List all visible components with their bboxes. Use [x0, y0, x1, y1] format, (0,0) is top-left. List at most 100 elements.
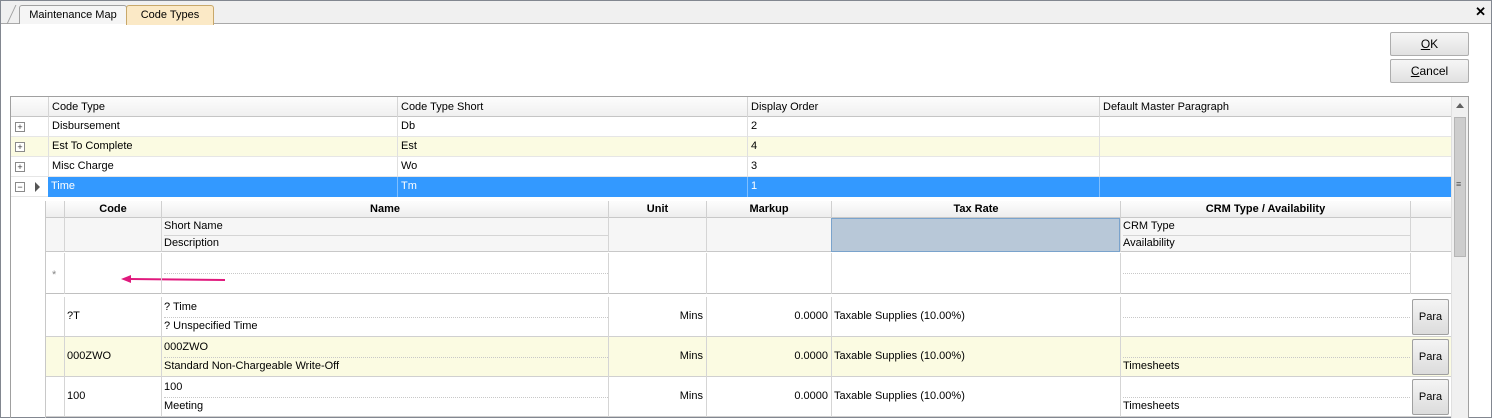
cell-default-master-paragraph[interactable]: [1099, 117, 1451, 137]
table-row[interactable]: 100 100 Meeting Mins 0.0000 Taxable Supp…: [46, 377, 1453, 417]
expand-icon[interactable]: +: [15, 142, 25, 152]
divider: [608, 218, 609, 252]
cell-code[interactable]: ?T: [64, 308, 83, 324]
vertical-scrollbar[interactable]: ≡: [1451, 97, 1468, 418]
cell-markup[interactable]: 0.0000: [706, 348, 831, 364]
cell-unit[interactable]: Mins: [608, 348, 706, 364]
tab-code-types[interactable]: Code Types: [126, 5, 214, 25]
col-header-default-master-paragraph[interactable]: Default Master Paragraph: [1099, 97, 1451, 117]
col-header-unit[interactable]: Unit: [608, 201, 706, 218]
cell-code-type-short[interactable]: Db: [397, 117, 747, 137]
divider: [706, 253, 707, 294]
cell-code-type[interactable]: Misc Charge: [48, 157, 397, 177]
table-row[interactable]: ?T ? Time ? Unspecified Time Mins 0.0000…: [46, 297, 1453, 337]
code-types-grid[interactable]: Code Type Code Type Short Display Order …: [10, 96, 1469, 418]
close-icon[interactable]: ✕: [1475, 4, 1486, 20]
collapse-icon[interactable]: −: [15, 182, 25, 192]
cell-short-name[interactable]: 100: [161, 379, 185, 395]
cell-crm-type[interactable]: [1120, 379, 1126, 383]
cell-code-type-short[interactable]: Tm: [397, 177, 747, 197]
cell-availability[interactable]: [1120, 318, 1126, 322]
para-button[interactable]: Para: [1412, 379, 1449, 415]
cancel-button[interactable]: Cancel: [1390, 59, 1469, 83]
divider: [161, 253, 162, 294]
table-row[interactable]: 000ZWO 000ZWO Standard Non-Chargeable Wr…: [46, 337, 1453, 377]
cell-code-type[interactable]: Disbursement: [48, 117, 397, 137]
table-row[interactable]: + Est To Complete Est 4: [11, 137, 1451, 157]
tab-strip: Maintenance Map Code Types ✕: [1, 1, 1491, 25]
col-header-crm-type-availability[interactable]: CRM Type / Availability: [1120, 201, 1410, 218]
col-header-tax-rate[interactable]: Tax Rate: [831, 201, 1120, 218]
cell-code-type[interactable]: Est To Complete: [48, 137, 397, 157]
divider: [1120, 253, 1121, 294]
cell-markup[interactable]: 0.0000: [706, 388, 831, 404]
cell-code-type-short[interactable]: Est: [397, 137, 747, 157]
divider: [706, 218, 707, 252]
para-button[interactable]: Para: [1412, 339, 1449, 375]
expand-icon[interactable]: +: [15, 122, 25, 132]
new-row-indicator: *: [52, 269, 57, 281]
grid-header: Code Type Code Type Short Display Order …: [11, 97, 1451, 117]
cell-description[interactable]: Standard Non-Chargeable Write-Off: [161, 358, 342, 374]
annotation-arrow-icon: [121, 275, 226, 283]
cell-short-name[interactable]: ? Time: [161, 299, 200, 315]
cell-unit[interactable]: Mins: [608, 308, 706, 324]
cell-tax-rate[interactable]: Taxable Supplies (10.00%): [831, 348, 968, 364]
col-header-code-type-short[interactable]: Code Type Short: [397, 97, 747, 117]
child-sub-header: Short Name Description CRM Type Availabi…: [46, 218, 1453, 252]
cell-availability[interactable]: Timesheets: [1120, 358, 1182, 374]
divider: [1120, 297, 1121, 337]
cell-description[interactable]: ? Unspecified Time: [161, 318, 261, 334]
cell-default-master-paragraph[interactable]: [1099, 177, 1451, 197]
child-grid-header: Code Name Unit Markup Tax Rate CRM Type …: [46, 201, 1453, 218]
divider: [1410, 218, 1411, 252]
cell-code-type[interactable]: Time: [48, 177, 397, 197]
cell-display-order[interactable]: 2: [747, 117, 1099, 137]
header-gutter: [11, 97, 48, 117]
cell-display-order[interactable]: 4: [747, 137, 1099, 157]
cell-code-type-short[interactable]: Wo: [397, 157, 747, 177]
cell-code[interactable]: 000ZWO: [64, 348, 114, 364]
tab-maintenance-map[interactable]: Maintenance Map: [19, 5, 127, 24]
sub-header-short-name: Short Name: [164, 220, 223, 232]
table-row[interactable]: + Disbursement Db 2: [11, 117, 1451, 137]
col-header-name[interactable]: Name: [161, 201, 608, 218]
col-header-para: [1410, 201, 1453, 218]
child-grid[interactable]: Code Name Unit Markup Tax Rate CRM Type …: [45, 201, 1453, 418]
cell-short-name[interactable]: 000ZWO: [161, 339, 211, 355]
cell-markup[interactable]: 0.0000: [706, 308, 831, 324]
para-button[interactable]: Para: [1412, 299, 1449, 335]
divider: [1410, 253, 1411, 294]
cell-display-order[interactable]: 3: [747, 157, 1099, 177]
table-row-selected[interactable]: − Time Tm 1: [11, 177, 1451, 197]
cell-crm-type[interactable]: [1120, 299, 1126, 303]
cell-display-order[interactable]: 1: [747, 177, 1099, 197]
col-header-display-order[interactable]: Display Order: [747, 97, 1099, 117]
divider: [608, 253, 609, 294]
col-header-markup[interactable]: Markup: [706, 201, 831, 218]
cell-tax-rate[interactable]: Taxable Supplies (10.00%): [831, 388, 968, 404]
col-header-code[interactable]: Code: [64, 201, 161, 218]
ok-button[interactable]: OK: [1390, 32, 1469, 56]
sub-header-crm-type: CRM Type: [1123, 220, 1175, 232]
scroll-up-icon[interactable]: [1456, 103, 1464, 108]
table-row[interactable]: + Misc Charge Wo 3: [11, 157, 1451, 177]
sub-header-availability: Availability: [1123, 237, 1175, 249]
cell-description[interactable]: Meeting: [161, 398, 206, 414]
tax-rate-sub-header-selected[interactable]: [831, 218, 1120, 252]
cell-tax-rate[interactable]: Taxable Supplies (10.00%): [831, 308, 968, 324]
divider: [164, 273, 608, 274]
cell-unit[interactable]: Mins: [608, 388, 706, 404]
divider: [831, 253, 832, 294]
cell-availability[interactable]: Timesheets: [1120, 398, 1182, 414]
cell-code[interactable]: 100: [64, 388, 88, 404]
col-header-code-type[interactable]: Code Type: [48, 97, 397, 117]
cell-default-master-paragraph[interactable]: [1099, 157, 1451, 177]
new-record-row[interactable]: *: [46, 253, 1453, 294]
cell-crm-type[interactable]: [1120, 339, 1126, 343]
selected-row-highlight: Time Tm 1: [48, 177, 1451, 197]
scroll-grip-icon: ≡: [1456, 179, 1462, 189]
cell-default-master-paragraph[interactable]: [1099, 137, 1451, 157]
expand-icon[interactable]: +: [15, 162, 25, 172]
divider: [64, 253, 65, 294]
